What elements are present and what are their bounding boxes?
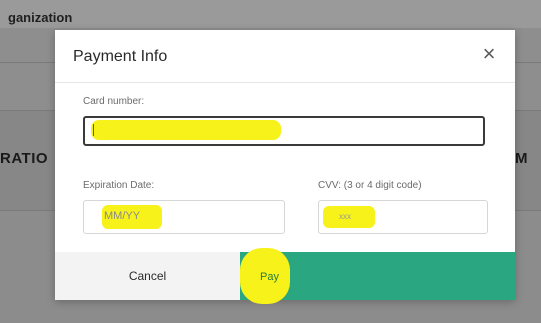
pay-button-label: Pay	[260, 271, 279, 283]
dialog-divider	[55, 82, 515, 83]
expiration-date-placeholder: MM/YY	[104, 210, 141, 222]
cvv-label: CVV: (3 or 4 digit code)	[318, 180, 422, 191]
cvv-placeholder: xxx	[339, 212, 351, 221]
cvv-input[interactable]: xxx	[318, 200, 488, 234]
pay-button[interactable]: Pay	[240, 248, 515, 304]
close-icon[interactable]: ×	[479, 43, 499, 65]
expiration-date-label: Expiration Date:	[83, 180, 155, 191]
cancel-button[interactable]: Cancel	[55, 252, 240, 300]
background-column-label: M	[515, 150, 528, 167]
text-cursor	[93, 124, 94, 136]
dialog-title: Payment Info	[73, 48, 168, 65]
expiration-date-input[interactable]: MM/YY	[83, 200, 285, 234]
background-heading: ganization	[8, 10, 73, 25]
payment-info-dialog: Payment Info × Card number: Expiration D…	[55, 30, 515, 304]
background-column-label: RATIO	[0, 150, 49, 167]
card-number-input[interactable]	[83, 116, 485, 146]
card-number-label: Card number:	[83, 96, 145, 107]
background-header-band	[0, 0, 541, 28]
highlight-marker	[91, 120, 281, 140]
